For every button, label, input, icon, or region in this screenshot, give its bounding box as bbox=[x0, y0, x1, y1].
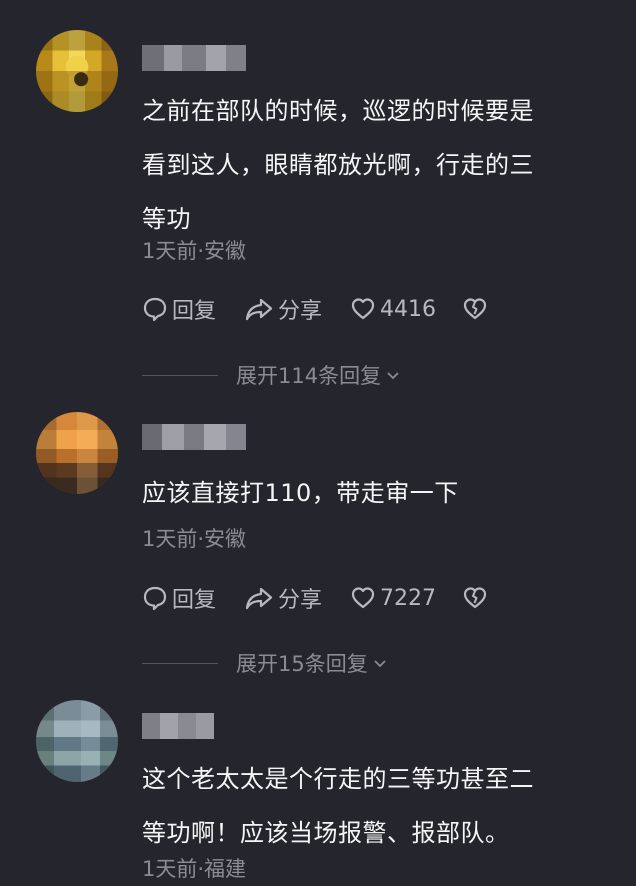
heart-icon bbox=[351, 587, 375, 609]
comment-text: 这个老太太是个行走的三等功甚至二 等功啊！应该当场报警、报部队。 bbox=[142, 765, 534, 847]
comment-bubble-icon bbox=[143, 297, 167, 322]
comment-text: 之前在部队的时候，巡逻的时候要是 看到这人，眼睛都放光啊，行走的三 等功 bbox=[142, 97, 534, 233]
avatar[interactable] bbox=[36, 30, 118, 112]
share-label: 分享 bbox=[278, 299, 323, 324]
dislike-button[interactable] bbox=[462, 585, 488, 611]
share-button[interactable]: 分享 bbox=[244, 293, 322, 325]
share-label: 分享 bbox=[278, 588, 323, 613]
avatar[interactable] bbox=[36, 700, 118, 782]
reply-label: 回复 bbox=[172, 299, 217, 324]
reply-label: 回复 bbox=[172, 588, 217, 613]
comment-meta: 1天前·安徽 bbox=[142, 527, 247, 551]
share-arrow-icon bbox=[245, 298, 273, 321]
expand-replies-label: 展开15条回复 bbox=[236, 652, 368, 676]
chevron-down-icon bbox=[374, 660, 386, 668]
comment-actions: 回复 分享 7227 bbox=[142, 583, 488, 613]
broken-heart-icon bbox=[463, 587, 487, 609]
chevron-down-icon bbox=[387, 372, 399, 380]
share-arrow-icon bbox=[245, 587, 273, 610]
divider bbox=[142, 374, 218, 376]
like-button[interactable]: 7227 bbox=[350, 585, 436, 611]
broken-heart-icon bbox=[463, 298, 487, 320]
divider bbox=[142, 662, 218, 664]
comment-meta: 1天前·福建 bbox=[142, 857, 247, 881]
avatar[interactable] bbox=[36, 412, 118, 494]
like-count: 7227 bbox=[380, 585, 437, 611]
like-button[interactable]: 4416 bbox=[350, 296, 436, 322]
username-blurred[interactable] bbox=[142, 713, 214, 739]
expand-replies-button[interactable]: 展开15条回复 bbox=[142, 648, 388, 678]
comment-meta: 1天前·安徽 bbox=[142, 239, 247, 263]
username-blurred[interactable] bbox=[142, 45, 246, 71]
dislike-button[interactable] bbox=[462, 296, 488, 322]
reply-button[interactable]: 回复 bbox=[142, 582, 216, 614]
comment-bubble-icon bbox=[143, 586, 167, 611]
username-blurred[interactable] bbox=[142, 424, 246, 450]
comment-text: 应该直接打110，带走审一下 bbox=[142, 479, 459, 507]
expand-replies-button[interactable]: 展开114条回复 bbox=[142, 360, 401, 390]
like-count: 4416 bbox=[380, 296, 437, 322]
comment-actions: 回复 分享 4416 bbox=[142, 294, 488, 324]
heart-icon bbox=[351, 298, 375, 320]
expand-replies-label: 展开114条回复 bbox=[236, 364, 382, 388]
reply-button[interactable]: 回复 bbox=[142, 293, 216, 325]
share-button[interactable]: 分享 bbox=[244, 582, 322, 614]
